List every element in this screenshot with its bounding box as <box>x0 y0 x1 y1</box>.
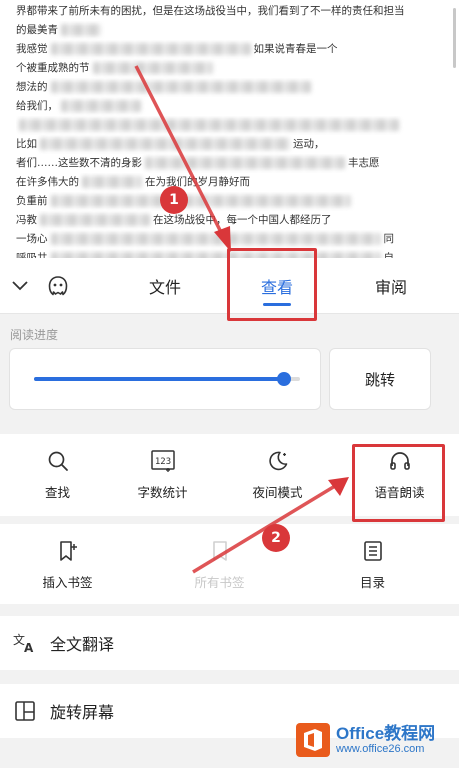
redacted-text <box>50 195 351 207</box>
document-line: 界都带来了前所未有的困扰，但是在这场战役当中，我们看到了不一样的责任和担当 <box>16 2 443 21</box>
reading-progress-label: 阅读进度 <box>10 328 59 342</box>
night-mode-label: 夜间模式 <box>252 485 303 500</box>
all-bookmarks-label: 所有书签 <box>194 575 245 590</box>
find-label: 查找 <box>44 485 70 500</box>
tab-file[interactable]: 文件 <box>128 258 202 314</box>
redacted-text <box>50 43 251 55</box>
redacted-text <box>82 176 142 188</box>
insert-bookmark-button[interactable]: 插入书签 <box>10 524 125 606</box>
document-line-text: 冯教 <box>16 214 37 226</box>
document-line: 的最美青 <box>16 21 443 40</box>
redacted-text <box>40 214 150 226</box>
svg-text:A: A <box>24 641 34 655</box>
toc-button[interactable]: 目录 <box>315 524 430 606</box>
highlight-read-aloud <box>352 444 445 522</box>
list-icon <box>363 541 382 561</box>
highlight-view-tab <box>227 248 317 321</box>
collapse-panel-button[interactable] <box>2 268 38 304</box>
document-line-text: 的最美青 <box>16 24 58 36</box>
find-button[interactable]: 查找 <box>0 434 115 516</box>
all-bookmarks-button[interactable]: 所有书签 <box>162 524 277 606</box>
document-line-text: 给我们， <box>16 100 58 112</box>
tab-file-label: 文件 <box>148 278 181 297</box>
document-line-text: 想法的 <box>16 81 48 93</box>
night-mode-button[interactable]: 夜间模式 <box>220 434 335 516</box>
chevron-down-icon <box>12 281 28 291</box>
document-line-text: 比如 <box>16 138 37 150</box>
reading-progress-card <box>9 348 321 410</box>
svg-text:123: 123 <box>154 457 170 467</box>
office-logo-icon <box>296 723 330 757</box>
step-badge-1: 1 <box>160 186 188 214</box>
document-line: 个被重成熟的节 <box>16 59 443 78</box>
redacted-text <box>61 24 101 36</box>
tab-review[interactable]: 审阅 <box>354 258 428 314</box>
step-badge-2: 2 <box>262 524 290 552</box>
rotate-screen-label: 旋转屏幕 <box>50 703 115 722</box>
document-scrollbar[interactable] <box>453 8 456 68</box>
document-line-text: 运动， <box>293 138 325 150</box>
view-panel: 阅读进度 跳转 查找 123 字数统计 夜间模式 语音朗读 插入书签 所有书签 … <box>0 314 459 768</box>
watermark-brand: Office教程网 <box>336 723 436 743</box>
document-line: 负重前 <box>16 192 443 211</box>
document-line-text: 一场心 <box>16 233 48 245</box>
bookmark-add-icon <box>59 541 77 561</box>
step-badge-2-text: 2 <box>271 530 281 546</box>
redacted-text <box>19 119 399 131</box>
bookmark-icon <box>212 541 227 561</box>
document-line: 比如 运动， <box>16 135 443 154</box>
document-line-text: 者们……这些数不清的身影 <box>16 157 142 169</box>
jump-button-label: 跳转 <box>364 370 395 389</box>
redacted-text <box>50 81 311 93</box>
word-count-icon: 123 <box>150 450 175 472</box>
document-line: 冯教 在这场战役中，每一个中国人都经历了 <box>16 211 443 230</box>
word-count-label: 字数统计 <box>137 485 188 500</box>
document-line-text: 我感觉 <box>16 43 48 55</box>
document-line: 想法的 <box>16 78 443 97</box>
watermark: Office教程网 www.office26.com <box>296 716 456 764</box>
reading-progress-thumb[interactable] <box>277 372 292 386</box>
translate-icon: 文A <box>13 632 34 655</box>
document-line <box>16 116 443 135</box>
translate-label: 全文翻译 <box>50 635 115 654</box>
document-line-text: 负重前 <box>16 195 48 207</box>
document-line: 一场心 同 <box>16 230 443 249</box>
document-line-text: 在为我们的岁月静好而 <box>145 176 250 188</box>
redacted-text <box>61 100 141 112</box>
document-line: 给我们， <box>16 97 443 116</box>
document-preview[interactable]: 界都带来了前所未有的困扰，但是在这场战役当中，我们看到了不一样的责任和担当 的最美… <box>0 0 459 258</box>
moon-icon <box>268 451 287 471</box>
watermark-url: www.office26.com <box>336 743 425 756</box>
insert-bookmark-label: 插入书签 <box>42 575 93 590</box>
translate-full-text-row[interactable]: 文A 全文翻译 <box>0 616 459 670</box>
word-count-button[interactable]: 123 字数统计 <box>105 434 220 516</box>
document-line-text: 如果说青春是一个 <box>253 43 338 55</box>
document-line: 者们……这些数不清的身影 丰志愿 <box>16 154 443 173</box>
document-line-text: 界都带来了前所未有的困扰，但是在这场战役当中，我们看到了不一样的责任和担当 <box>16 5 405 17</box>
jump-button[interactable]: 跳转 <box>329 348 431 410</box>
document-line-text: 在许多伟大的 <box>16 176 79 188</box>
search-icon <box>48 451 68 471</box>
step-badge-1-text: 1 <box>169 192 179 208</box>
reading-progress-fill <box>34 377 285 381</box>
document-line: 在许多伟大的 在为我们的岁月静好而 <box>16 173 443 192</box>
redacted-text <box>92 62 213 74</box>
document-text: 界都带来了前所未有的困扰，但是在这场战役当中，我们看到了不一样的责任和担当 的最美… <box>16 2 443 258</box>
document-line-text: 同 <box>383 233 395 245</box>
reading-progress-slider[interactable] <box>34 372 300 386</box>
assistant-button[interactable] <box>40 268 76 304</box>
tab-review-label: 审阅 <box>374 278 407 297</box>
document-line: 我感觉 如果说青春是一个 <box>16 40 443 59</box>
redacted-text <box>145 157 345 169</box>
toc-label: 目录 <box>359 575 385 590</box>
document-line-text: 丰志愿 <box>348 157 380 169</box>
rotate-screen-icon <box>15 701 35 721</box>
redacted-text <box>50 233 381 245</box>
redacted-text <box>40 138 290 150</box>
assistant-icon <box>48 276 68 296</box>
document-line-text: 在这场战役中，每一个中国人都经历了 <box>153 214 332 226</box>
document-line-text: 个被重成熟的节 <box>16 62 90 74</box>
